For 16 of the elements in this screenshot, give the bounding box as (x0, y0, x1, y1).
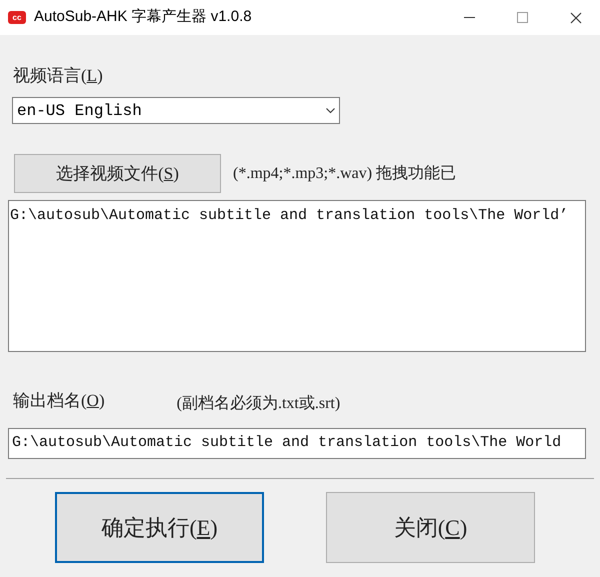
output-field[interactable]: G:\autosub\Automatic subtitle and translation tools\The World (8, 428, 586, 459)
file-list-area[interactable]: G:\autosub\Automatic subtitle and translation tools\The World’ (8, 200, 586, 352)
close-icon[interactable] (570, 12, 582, 24)
window-title: AutoSub-AHK 字幕产生器 v1.0.8 (34, 7, 252, 28)
choose-video-button[interactable]: 选择视频文件(S) (14, 154, 221, 193)
dialog-button[interactable]: 确定执行(E) (55, 492, 264, 563)
chevron-down-icon (326, 108, 335, 114)
app-icon: cc (8, 11, 26, 24)
language-dropdown[interactable]: en-US English (12, 97, 340, 124)
maximize-icon[interactable] (517, 12, 528, 23)
output-label: 输出档名(O) (13, 390, 105, 412)
dialog-button[interactable]: 关闭(C) (326, 492, 535, 563)
extension-hint: (副档名必须为.txt或.srt) (176, 394, 340, 414)
language-label: 视频语言(L) (13, 66, 104, 86)
minimize-icon[interactable] (464, 16, 475, 18)
formats-hint: (*.mp4;*.mp3;*.wav) 拖拽功能已 (233, 164, 456, 184)
